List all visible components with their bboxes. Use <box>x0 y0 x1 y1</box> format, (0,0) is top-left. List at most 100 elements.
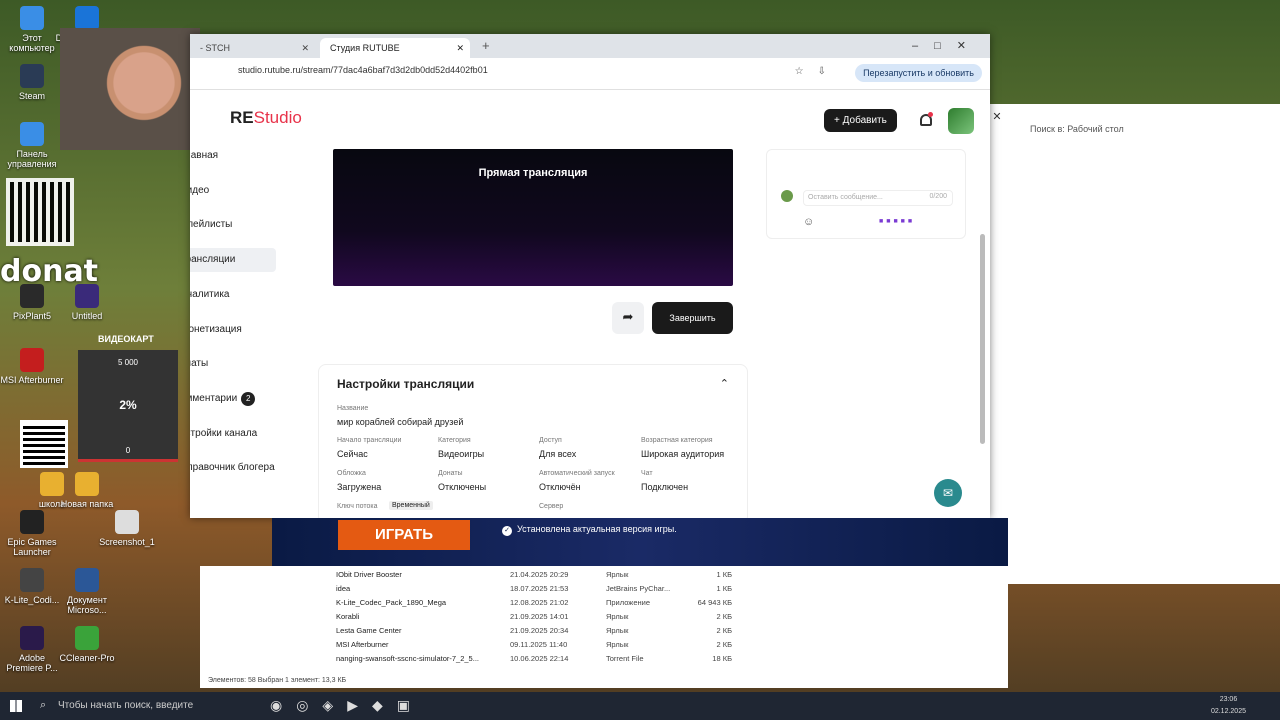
setting-value: Сейчас <box>337 449 368 459</box>
donat-overlay-text: donat <box>0 254 99 289</box>
desktop-icon[interactable]: Screenshot_1 <box>95 510 159 547</box>
sidebar-item-channel-settings[interactable]: астройки канала <box>190 422 276 446</box>
settings-title: Настройки трансляции <box>337 377 475 391</box>
check-icon: ✓ <box>502 526 512 536</box>
search-icon[interactable]: ⌕ <box>40 699 46 712</box>
sidebar-item-donations[interactable]: онаты <box>190 352 276 376</box>
desktop-icon[interactable]: Untitled <box>55 284 119 321</box>
setting-value: Подключен <box>641 482 689 492</box>
file-name: Korabli <box>336 612 360 621</box>
sidebar-item-label: Видео <box>190 184 210 196</box>
donation-title: ВИДЕОКАРТ <box>98 334 154 344</box>
sidebar-item-comments[interactable]: омментарии2 <box>190 387 276 411</box>
qr-code <box>6 178 74 246</box>
studio-logo[interactable]: REStudio <box>230 108 302 128</box>
taskbar: ⌕ Чтобы начать поиск, введите ◉◎◈▶◆▣ 23:… <box>0 692 1280 720</box>
emoji-icon[interactable]: ☺ <box>803 216 814 228</box>
scrollbar[interactable] <box>980 234 985 444</box>
file-size: 64 943 КБ <box>697 598 732 607</box>
file-row[interactable]: idea 18.07.2025 21:53 JetBrains PyChar... 1… <box>336 584 732 593</box>
close-icon[interactable]: ✕ <box>301 38 309 58</box>
stream-player[interactable]: Прямая трансляция <box>333 149 733 286</box>
file-date: 09.11.2025 11:40 <box>510 640 568 649</box>
window-controls[interactable]: –□✕ <box>912 39 982 52</box>
sidebar-item-blogger-guide[interactable]: Справочник блогера <box>190 456 276 480</box>
file-row[interactable]: K-Lite_Codec_Pack_1890_Mega 12.08.2025 21… <box>336 598 732 607</box>
desktop-icon[interactable]: CCleaner-Pro <box>55 626 119 663</box>
sidebar-item-label: астройки канала <box>190 427 258 439</box>
setting-value: Загружена <box>337 482 382 492</box>
file-explorer: IObit Driver Booster 21.04.2025 20:29 Ярлы… <box>200 566 1008 688</box>
chat-panel: Оставить сообщение... 0/200 ☺ ■■■■■ <box>766 149 966 239</box>
file-date: 21.04.2025 20:29 <box>510 570 569 579</box>
desktop-icon-label: Untitled <box>71 311 103 321</box>
app-icon <box>75 568 99 592</box>
bookmark-icon[interactable]: ☆⇩ <box>795 66 840 77</box>
setting-label: Доступ <box>539 437 562 444</box>
comment-count-badge: 2 <box>241 391 256 406</box>
logo-suffix: Studio <box>253 108 302 127</box>
notification-dot <box>928 112 933 117</box>
new-tab-icon[interactable]: + <box>482 38 490 53</box>
file-row[interactable]: IObit Driver Booster 21.04.2025 20:29 Ярлы… <box>336 570 732 579</box>
tab-stch[interactable]: - STCH ✕ <box>190 38 315 58</box>
sidebar-item-monetization[interactable]: Монетизация <box>190 318 276 342</box>
support-chat-icon[interactable]: ✉ <box>934 479 962 507</box>
file-size: 2 КБ <box>716 640 732 649</box>
desktop-icon[interactable]: Новая папка <box>55 472 119 509</box>
sidebar-item-label: Справочник блогера <box>190 462 275 474</box>
avatar[interactable] <box>948 108 974 134</box>
file-row[interactable]: MSI Afterburner 09.11.2025 11:40 Ярлык 2 КБ <box>336 640 732 649</box>
play-button[interactable]: ИГРАТЬ <box>338 520 470 550</box>
desktop-icon[interactable]: Документ Microso... <box>55 568 119 615</box>
setting-label: Автоматический запуск <box>539 470 615 477</box>
sidebar-item-playlists[interactable]: Плейлисты <box>190 213 276 237</box>
desktop-icon-label: Screenshot_1 <box>99 537 155 547</box>
taskbar-search-input[interactable]: Чтобы начать поиск, введите <box>58 700 193 711</box>
desktop-icon[interactable]: MSI Afterburner <box>0 348 64 385</box>
sidebar-item-home[interactable]: Главная <box>190 144 276 168</box>
stream-key-label: Ключ потока <box>337 503 378 510</box>
sidebar-item-video[interactable]: Видео <box>190 179 276 203</box>
file-name: Lesta Game Center <box>336 626 402 635</box>
sidebar-item-label: Аналитика <box>190 288 230 300</box>
file-row[interactable]: Lesta Game Center 21.09.2025 20:34 Ярлык 2 … <box>336 626 732 635</box>
app-icon <box>75 6 99 30</box>
finish-stream-button[interactable]: Завершить <box>652 302 733 334</box>
setting-label: Категория <box>438 437 471 444</box>
desktop-icon[interactable]: Панель управления <box>0 122 64 169</box>
explorer-side-window: ✕ Поиск в: Рабочий стол <box>990 104 1280 584</box>
tab-rutube-studio[interactable]: Студия RUTUBE ✕ <box>320 38 470 58</box>
url-input[interactable]: studio.rutube.ru/stream/77dac4a6baf7d3d2… <box>238 65 488 75</box>
file-row[interactable]: nanging-swansoft-sscnc-simulator-7_2_5..… <box>336 654 732 663</box>
avatar <box>781 190 793 202</box>
app-icon <box>20 568 44 592</box>
explorer-search-input[interactable]: Поиск в: Рабочий стол <box>1030 124 1124 134</box>
close-icon[interactable]: ✕ <box>990 110 1004 123</box>
player-title: Прямая трансляция <box>478 167 588 179</box>
sidebar-item-analytics[interactable]: Аналитика <box>190 283 276 307</box>
restart-update-button[interactable]: Перезапустить и обновить <box>855 64 982 82</box>
file-date: 10.06.2025 22:14 <box>510 654 569 663</box>
tab-label: Студия RUTUBE <box>330 43 400 53</box>
launcher-status-text: Установлена актуальная версия игры. <box>517 524 677 534</box>
stream-settings-panel: Настройки трансляции ⌃ Название мир кора… <box>318 364 748 518</box>
taskbar-clock[interactable]: 23:06 02.12.2025 <box>1211 694 1246 718</box>
studio-header: REStudio + Добавить <box>190 90 990 144</box>
sidebar-item-streams[interactable]: Трансляции <box>190 248 276 273</box>
donation-goal-amount: 5 000 <box>117 358 139 367</box>
file-name: IObit Driver Booster <box>336 570 402 579</box>
file-size: 1 КБ <box>716 570 732 579</box>
setting-label: Начало трансляции <box>337 437 402 444</box>
file-row[interactable]: Korabli 21.09.2025 14:01 Ярлык 2 КБ <box>336 612 732 621</box>
desktop-icon-label: Панель управления <box>7 149 57 169</box>
close-icon[interactable]: ✕ <box>456 38 464 58</box>
desktop-icon[interactable]: Epic Games Launcher <box>0 510 64 557</box>
windows-start-icon[interactable] <box>10 700 22 712</box>
taskbar-apps[interactable]: ◉◎◈▶◆▣ <box>270 697 424 714</box>
chevron-up-icon[interactable]: ⌃ <box>720 377 729 390</box>
add-button[interactable]: + Добавить <box>824 109 897 132</box>
setting-label: Обложка <box>337 470 366 477</box>
app-icon <box>75 626 99 650</box>
share-button[interactable]: ➦ <box>612 302 644 334</box>
